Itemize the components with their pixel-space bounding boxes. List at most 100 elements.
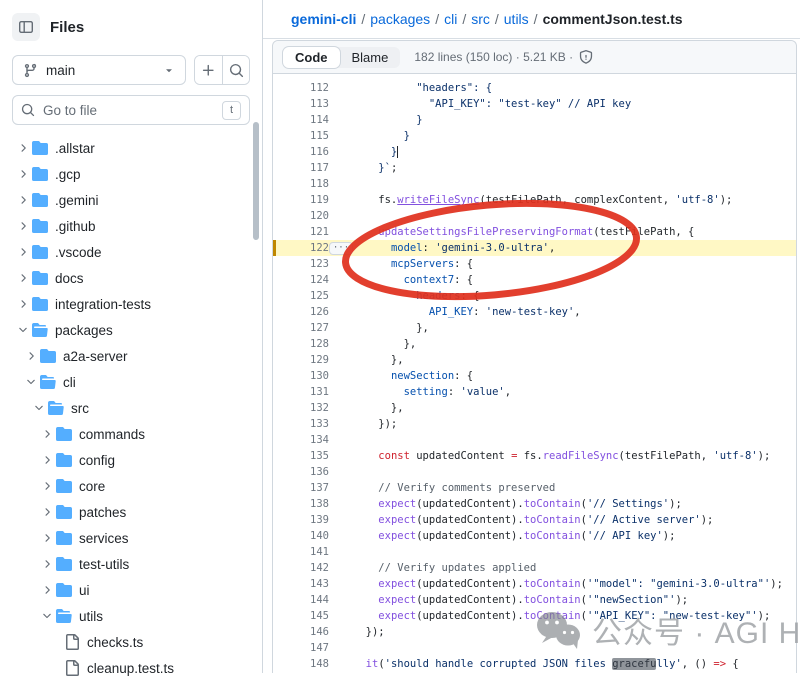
chevron-right-icon[interactable] [40,453,54,467]
line-number[interactable]: 125 [273,288,329,304]
chevron-right-icon[interactable] [16,245,30,259]
tree-item-patches[interactable]: patches [0,499,258,525]
chevron-right-icon[interactable] [40,531,54,545]
line-number[interactable]: 123 [273,256,329,272]
tree-item--gemini[interactable]: .gemini [0,187,258,213]
line-number[interactable]: 128 [273,336,329,352]
line-number[interactable]: 130 [273,368,329,384]
collapse-sidebar-button[interactable] [12,13,40,41]
chevron-glyph [41,506,53,518]
chevron-right-icon[interactable] [16,297,30,311]
line-number[interactable]: 137 [273,480,329,496]
chevron-right-icon[interactable] [16,271,30,285]
line-number[interactable]: 119 [273,192,329,208]
line-number[interactable]: 139 [273,512,329,528]
line-number[interactable]: 148 [273,656,329,672]
sidebar-scrollbar[interactable] [253,122,259,240]
breadcrumb-repo-link[interactable]: gemini-cli [291,11,356,27]
tree-item-test-utils[interactable]: test-utils [0,551,258,577]
tree-item-config[interactable]: config [0,447,258,473]
tree-item-checks-ts[interactable]: checks.ts [0,629,258,655]
line-number[interactable]: 136 [273,464,329,480]
chevron-right-icon[interactable] [40,583,54,597]
tree-item-a2a-server[interactable]: a2a-server [0,343,258,369]
tree-item-packages[interactable]: packages [0,317,258,343]
breadcrumb-link-cli[interactable]: cli [444,11,457,27]
tree-item-cli[interactable]: cli [0,369,258,395]
line-number[interactable]: 143 [273,576,329,592]
line-number[interactable]: 133 [273,416,329,432]
line-number[interactable]: 140 [273,528,329,544]
tree-item-ui[interactable]: ui [0,577,258,603]
line-number[interactable]: 116 [273,144,329,160]
chevron-right-icon[interactable] [40,505,54,519]
line-number[interactable]: 112 [273,80,329,96]
breadcrumb-link-utils[interactable]: utils [504,11,529,27]
line-number[interactable]: 141 [273,544,329,560]
files-panel-title: Files [50,19,84,36]
tree-item-integration-tests[interactable]: integration-tests [0,291,258,317]
chevron-down-icon[interactable] [40,609,54,623]
chevron-down-icon[interactable] [24,375,38,389]
tree-item-utils[interactable]: utils [0,603,258,629]
line-number[interactable]: 131 [273,384,329,400]
tree-item--vscode[interactable]: .vscode [0,239,258,265]
line-number[interactable]: 134 [273,432,329,448]
line-number[interactable]: 138 [273,496,329,512]
tree-item-docs[interactable]: docs [0,265,258,291]
tree-item-commands[interactable]: commands [0,421,258,447]
chevron-right-icon[interactable] [16,167,30,181]
line-number[interactable]: 122 [273,240,329,256]
search-tree-button[interactable] [222,56,249,84]
chevron-down-icon[interactable] [16,323,30,337]
chevron-right-icon[interactable] [40,427,54,441]
breadcrumb-link-src[interactable]: src [471,11,490,27]
line-number[interactable]: 126 [273,304,329,320]
line-number[interactable]: 145 [273,608,329,624]
line-number[interactable]: 118 [273,176,329,192]
line-number[interactable]: 115 [273,128,329,144]
go-to-file-input[interactable]: Go to file t [12,95,250,125]
line-number[interactable]: 120 [273,208,329,224]
tree-item-cleanup-test-ts[interactable]: cleanup.test.ts [0,655,258,681]
chevron-right-icon[interactable] [40,557,54,571]
chevron-right-icon[interactable] [40,479,54,493]
line-number[interactable]: 135 [273,448,329,464]
line-number[interactable]: 127 [273,320,329,336]
code-line-text: it('should handle corrupted JSON files g… [353,656,796,672]
code-panel-region: gemini-cli / packages / cli / src / util… [263,0,800,673]
tree-item--allstar[interactable]: .allstar [0,135,258,161]
breadcrumb-link-packages[interactable]: packages [370,11,430,27]
tree-item--gcp[interactable]: .gcp [0,161,258,187]
line-gutter: ··· [329,242,353,255]
line-number[interactable]: 132 [273,400,329,416]
line-number[interactable]: 146 [273,624,329,640]
tree-item-label: config [79,453,115,468]
new-file-button[interactable] [195,56,222,84]
line-number[interactable]: 129 [273,352,329,368]
line-number[interactable]: 147 [273,640,329,656]
chevron-down-icon[interactable] [32,401,46,415]
chevron-glyph [17,142,29,154]
tab-code[interactable]: Code [283,47,340,68]
branch-selector[interactable]: main [12,55,186,85]
tree-item--github[interactable]: .github [0,213,258,239]
line-number[interactable]: 114 [273,112,329,128]
code-line-text: API_KEY: 'new-test-key', [353,304,796,320]
line-number[interactable]: 121 [273,224,329,240]
tree-item-src[interactable]: src [0,395,258,421]
chevron-right-icon[interactable] [24,349,38,363]
tree-item-core[interactable]: core [0,473,258,499]
security-info-button[interactable] [579,50,593,64]
chevron-right-icon[interactable] [16,141,30,155]
line-number[interactable]: 142 [273,560,329,576]
chevron-right-icon[interactable] [16,219,30,233]
tab-blame[interactable]: Blame [340,47,401,68]
line-number[interactable]: 117 [273,160,329,176]
line-actions-button[interactable]: ··· [329,242,353,255]
line-number[interactable]: 144 [273,592,329,608]
line-number[interactable]: 113 [273,96,329,112]
tree-item-services[interactable]: services [0,525,258,551]
chevron-right-icon[interactable] [16,193,30,207]
line-number[interactable]: 124 [273,272,329,288]
